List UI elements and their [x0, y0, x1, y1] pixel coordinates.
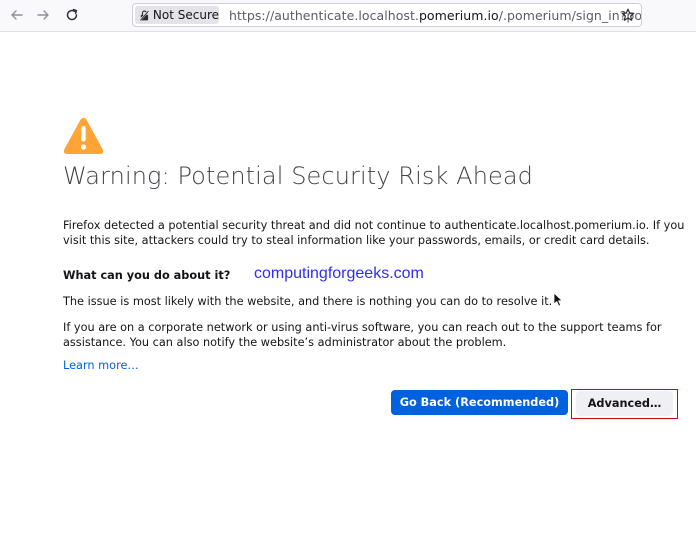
bookmark-button[interactable] [621, 7, 635, 26]
browser-toolbar: Not Secure https://authenticate.localhos… [0, 0, 696, 32]
url-host: pomerium.io [418, 8, 499, 23]
watermark-text: computingforgeeks.com [254, 265, 424, 282]
security-label: Not Secure [152, 8, 219, 22]
warning-triangle-icon [63, 117, 104, 159]
star-icon [621, 8, 635, 21]
page-title: Warning: Potential Security Risk Ahead [63, 162, 534, 190]
issue-text: The issue is most likely with the websit… [63, 295, 553, 308]
not-secure-badge[interactable]: Not Secure [135, 6, 219, 24]
advanced-button[interactable]: Advanced… [576, 391, 673, 416]
arrow-left-icon [11, 10, 23, 20]
back-button[interactable] [6, 5, 28, 25]
forward-button[interactable] [32, 5, 54, 25]
url-bar[interactable]: Not Secure https://authenticate.localhos… [132, 3, 642, 27]
intro-text: Firefox detected a potential security th… [63, 219, 685, 247]
reload-button[interactable] [61, 5, 83, 25]
corporate-text: If you are on a corporate network or usi… [63, 321, 662, 349]
url-prefix: https://authenticate.localhost. [229, 8, 419, 23]
go-back-button[interactable]: Go Back (Recommended) [391, 390, 568, 415]
mouse-cursor-icon [553, 292, 563, 311]
arrow-right-icon [37, 10, 49, 20]
what-can-you-do-heading: What can you do about it? [63, 269, 231, 282]
insecure-lock-icon [140, 9, 149, 21]
url-text[interactable]: https://authenticate.localhost.pomerium.… [229, 8, 641, 23]
reload-icon [66, 8, 78, 21]
learn-more-link[interactable]: Learn more… [63, 359, 139, 372]
